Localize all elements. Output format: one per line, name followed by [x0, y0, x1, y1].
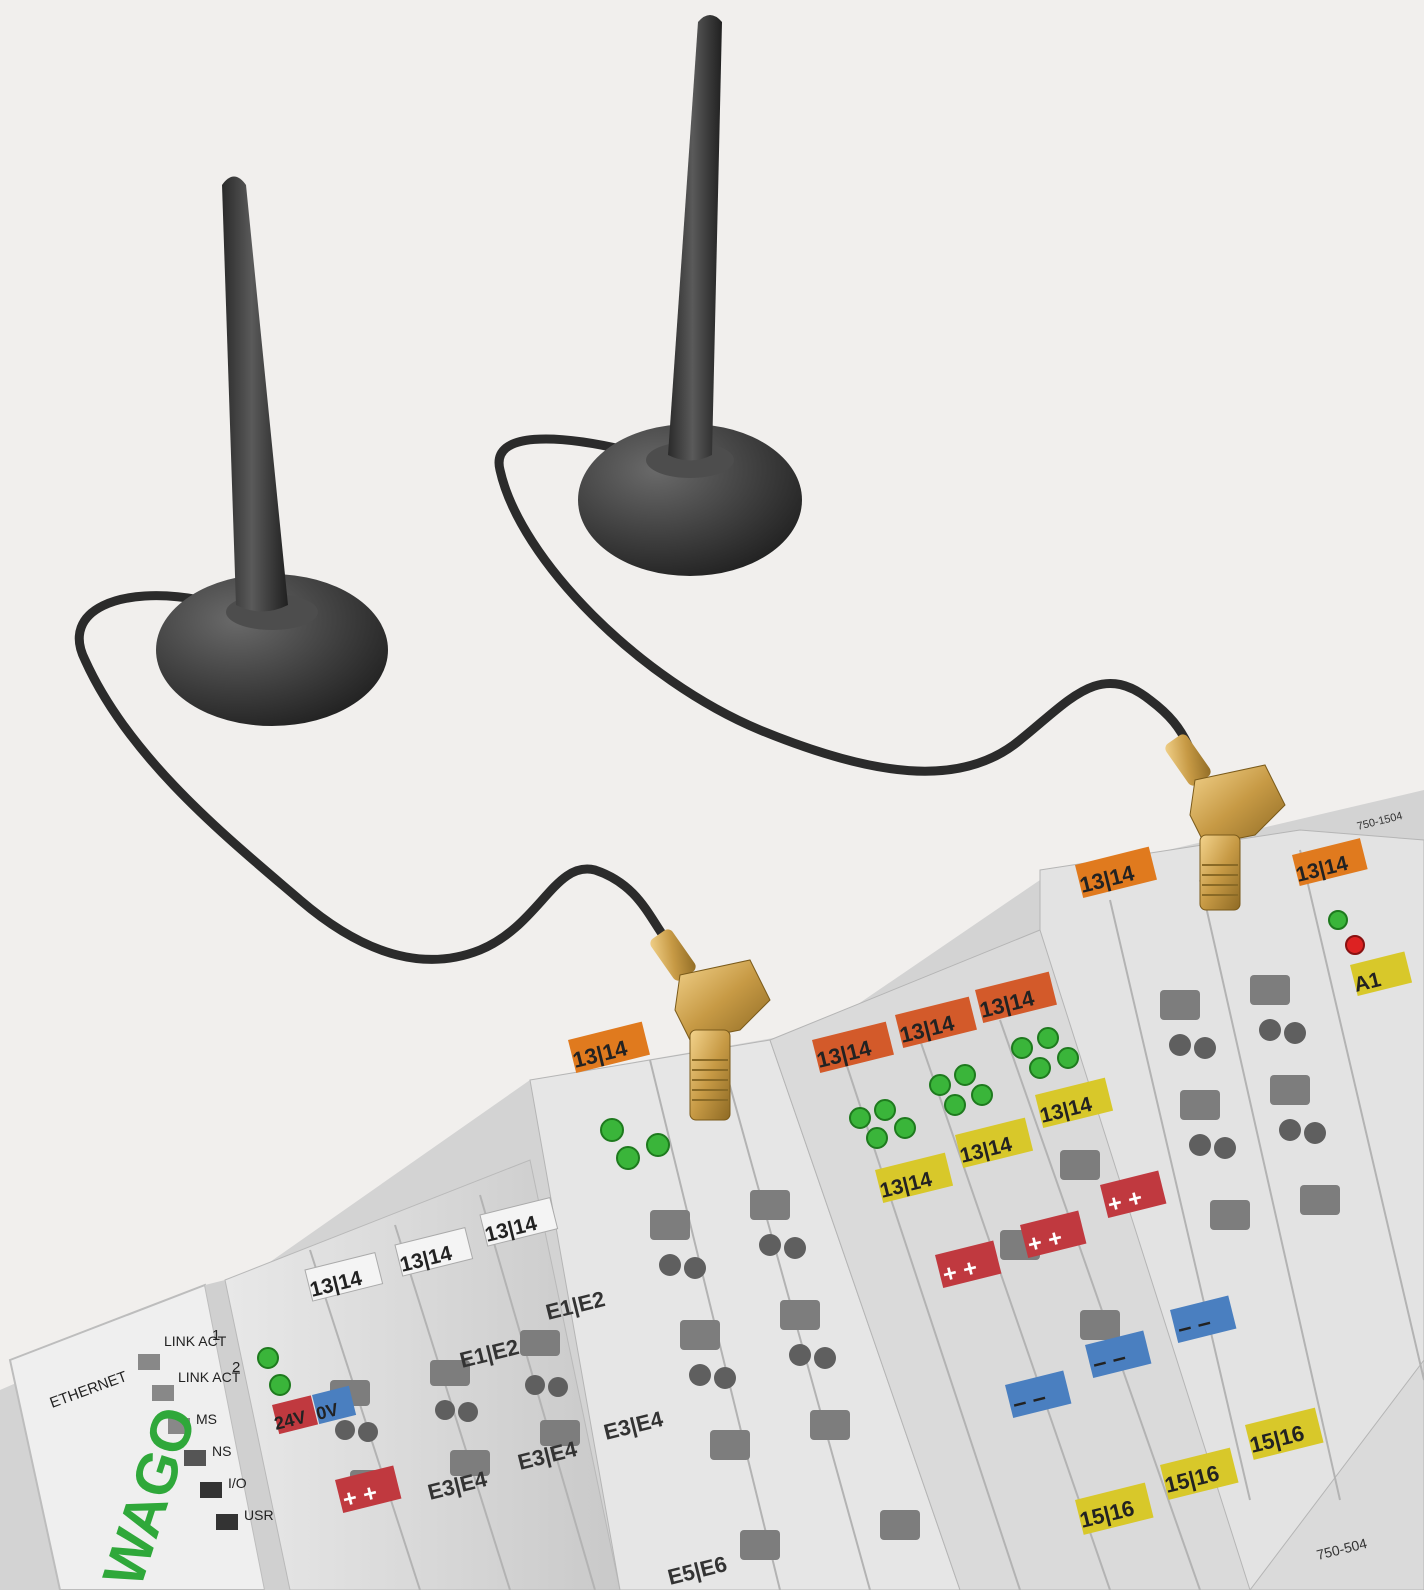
scene: ETHERNET 1 2 LINK ACT LINK ACT MS NS I/O… — [0, 15, 1424, 1590]
led-label-io: I/O — [228, 1475, 247, 1491]
antenna-right — [578, 15, 802, 576]
led-label-ns: NS — [212, 1443, 231, 1459]
led-label-link-act-1: LINK ACT — [164, 1333, 227, 1349]
led-label-link-act-2: LINK ACT — [178, 1369, 241, 1385]
led-label-usr: USR — [244, 1507, 274, 1523]
red-led-indicator — [1345, 935, 1365, 955]
antenna-left — [156, 176, 388, 726]
